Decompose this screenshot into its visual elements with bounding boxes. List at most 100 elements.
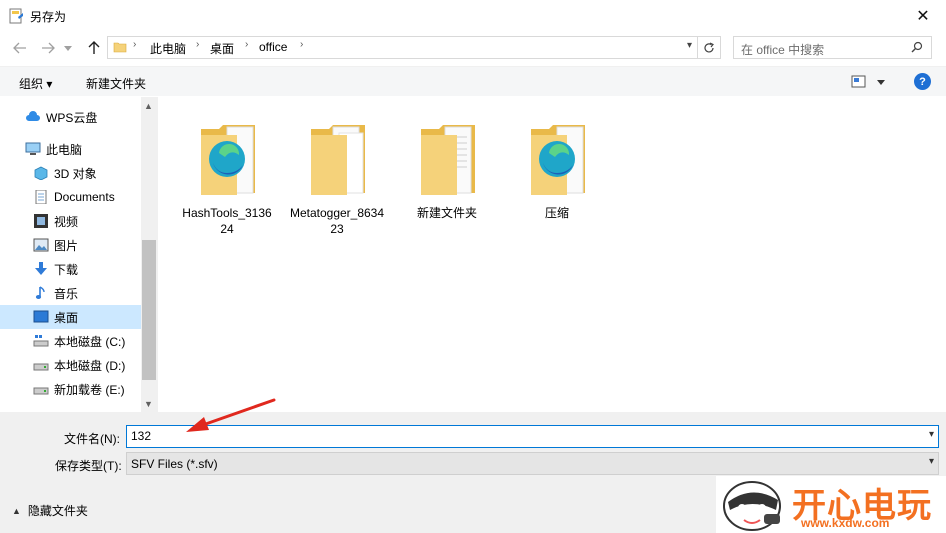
command-toolbar: 组织 ▾ 新建文件夹 ? — [0, 66, 946, 96]
file-item-metatogger[interactable]: Metatogger_863423 — [289, 99, 385, 236]
sidebar-item-label: 桌面 — [54, 310, 79, 325]
back-arrow-icon — [13, 42, 26, 54]
file-name: Metatogger_863423 — [289, 206, 385, 236]
chevron-down-icon[interactable]: ▾ — [929, 456, 934, 467]
sidebar-item-documents[interactable]: Documents — [0, 185, 141, 209]
sidebar-item-this-pc[interactable]: 此电脑 — [0, 137, 141, 161]
file-name: 压缩 — [544, 206, 569, 220]
cube-icon — [34, 166, 48, 180]
sidebar-item-downloads[interactable]: 下载 — [0, 257, 141, 281]
drive-icon — [33, 387, 49, 395]
filetype-value: SFV Files (*.sfv) — [131, 457, 218, 471]
sidebar-item-label: 视频 — [54, 214, 79, 229]
folder-icon — [113, 42, 127, 53]
mascot-icon — [723, 481, 781, 531]
sidebar-item-desktop[interactable]: 桌面 — [0, 305, 141, 329]
edge-folder-icon — [531, 125, 585, 195]
up-arrow-icon — [88, 41, 100, 54]
document-icon — [35, 190, 47, 204]
filetype-label: 保存类型(T): — [55, 459, 122, 473]
cloud-icon — [26, 111, 40, 121]
sidebar-item-drive-e[interactable]: 新加载卷 (E:) — [0, 377, 141, 401]
help-button[interactable]: ? — [914, 73, 931, 90]
sidebar-item-label: 此电脑 — [46, 142, 83, 157]
filetype-select[interactable]: SFV Files (*.sfv) ▾ — [126, 452, 939, 475]
file-name: 新建文件夹 — [416, 206, 477, 220]
drive-icon — [33, 363, 49, 371]
film-icon — [34, 214, 48, 228]
sidebar-scrollbar[interactable]: ▲ ▼ — [141, 97, 158, 412]
folder-icon — [421, 125, 475, 195]
search-icon — [911, 41, 923, 53]
file-item-new-folder[interactable]: 新建文件夹 — [399, 99, 495, 229]
breadcrumb-this-pc[interactable]: 此电脑 — [150, 40, 186, 57]
sidebar-item-label: Documents — [54, 190, 115, 204]
filename-value: 132 — [131, 429, 152, 443]
breadcrumb-office[interactable]: office — [259, 40, 287, 54]
chevron-right-icon: › — [196, 39, 200, 50]
red-arrow-annotation — [186, 398, 276, 432]
search-placeholder: 在 office 中搜索 — [741, 43, 825, 57]
sidebar-item-videos[interactable]: 视频 — [0, 209, 141, 233]
sidebar-item-3d-objects[interactable]: 3D 对象 — [0, 161, 141, 185]
chevron-right-icon: › — [133, 39, 137, 50]
refresh-icon — [704, 41, 714, 52]
forward-arrow-icon — [42, 42, 55, 54]
back-button[interactable] — [10, 38, 30, 58]
close-button[interactable]: ✕ — [900, 0, 946, 32]
sidebar-item-drive-c[interactable]: 本地磁盘 (C:) — [0, 329, 141, 353]
title-bar: 另存为 ✕ — [0, 0, 946, 32]
file-item-hashtools[interactable]: HashTools_313624 — [179, 99, 275, 236]
scroll-down-icon[interactable]: ▼ — [144, 399, 153, 409]
file-list: HashTools_313624 Metatogger_863423 新建文件夹 — [159, 97, 946, 412]
scroll-up-icon[interactable]: ▲ — [144, 101, 153, 111]
hide-folders-label: 隐藏文件夹 — [27, 504, 88, 518]
sidebar-item-label: 3D 对象 — [54, 166, 97, 181]
download-icon — [35, 262, 47, 275]
organize-button[interactable]: 组织 ▾ — [19, 75, 52, 92]
sidebar-item-wps-cloud[interactable]: WPS云盘 — [0, 105, 141, 129]
refresh-button[interactable] — [697, 37, 720, 58]
music-icon — [35, 286, 45, 299]
sidebar-item-label: 下载 — [54, 262, 79, 277]
desktop-icon — [33, 310, 49, 323]
edge-folder-icon — [201, 125, 255, 195]
sidebar-item-pictures[interactable]: 图片 — [0, 233, 141, 257]
address-dropdown-icon[interactable]: ▾ — [687, 40, 692, 51]
new-folder-button[interactable]: 新建文件夹 — [86, 75, 146, 92]
file-name: HashTools_313624 — [182, 206, 272, 236]
navigation-pane: WPS云盘 此电脑 3D 对象 Documents 视频 图片 下载 音乐 桌面… — [0, 97, 158, 412]
drive-c-icon — [33, 335, 49, 347]
sidebar-item-label: 音乐 — [54, 286, 79, 301]
filename-label: 文件名(N): — [64, 432, 120, 446]
sidebar-item-drive-d[interactable]: 本地磁盘 (D:) — [0, 353, 141, 377]
window-title: 另存为 — [30, 10, 67, 24]
sidebar-item-label: 本地磁盘 (C:) — [54, 334, 126, 349]
sidebar-item-label: 本地磁盘 (D:) — [54, 358, 126, 373]
chevron-down-icon[interactable]: ▾ — [929, 429, 934, 440]
scrollbar-thumb[interactable] — [142, 240, 156, 380]
forward-button[interactable] — [38, 38, 58, 58]
watermark-url: www.kxdw.com — [801, 516, 890, 530]
breadcrumb-desktop[interactable]: 桌面 — [210, 40, 234, 57]
chevron-right-icon: › — [300, 39, 304, 50]
sidebar-item-label: 新加载卷 (E:) — [54, 382, 125, 397]
help-icon: ? — [919, 75, 926, 88]
watermark-logo: 开心电玩 www.kxdw.com — [716, 476, 946, 533]
save-as-icon — [9, 8, 23, 24]
chevron-up-icon: ▲ — [12, 505, 21, 516]
chevron-right-icon: › — [245, 39, 249, 50]
up-button[interactable] — [84, 38, 104, 58]
picture-icon — [33, 238, 49, 252]
file-item-compress[interactable]: 压缩 — [509, 99, 605, 229]
close-icon: ✕ — [916, 8, 930, 25]
search-box[interactable]: 在 office 中搜索 — [733, 36, 932, 59]
sidebar-item-music[interactable]: 音乐 — [0, 281, 141, 305]
sidebar-item-label: WPS云盘 — [46, 110, 98, 125]
view-options-icon[interactable] — [851, 75, 887, 89]
computer-icon — [25, 142, 41, 155]
chevron-down-icon — [64, 45, 72, 51]
recent-locations-button[interactable] — [62, 38, 74, 58]
address-bar[interactable]: › 此电脑 › 桌面 › office › ▾ — [107, 36, 721, 59]
hide-folders-button[interactable]: ▲ 隐藏文件夹 — [12, 502, 88, 519]
